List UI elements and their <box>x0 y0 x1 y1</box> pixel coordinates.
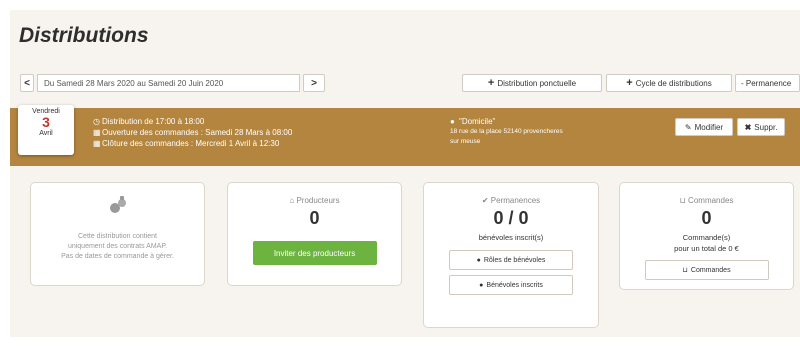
duties-count: 0 / 0 <box>493 208 529 228</box>
add-one-off-distribution-button[interactable]: + Distribution ponctuelle <box>462 74 602 92</box>
date-day: 3 <box>42 114 50 130</box>
orders-heading: ⊔ Commandes <box>679 196 734 205</box>
contracts-text-1: Cette distribution contient <box>78 233 157 240</box>
clock-icon: ◷ <box>93 117 100 126</box>
duties-subtitle: bénévoles inscrit(s) <box>478 233 544 242</box>
add-cycle-button[interactable]: + Cycle de distributions <box>606 74 732 92</box>
time-line: ◷ Distribution de 17:00 à 18:00 <box>93 117 205 126</box>
plus-icon: + <box>626 77 633 89</box>
basket-icon: ⊔ <box>679 196 689 205</box>
one-off-label: Distribution ponctuelle <box>497 78 577 88</box>
address-line-1: 18 rue de la place 52140 provencheres <box>450 128 563 135</box>
orders-card: ⊔ Commandes 0 Commande(s) pour un total … <box>619 182 794 290</box>
orders-button[interactable]: ⊔ Commandes <box>644 260 769 280</box>
orders-count: 0 <box>701 208 712 228</box>
calendar-icon: ▦ <box>93 128 101 137</box>
duty-label: - Permanence <box>741 78 792 88</box>
distribution-schedule: ◷ Distribution de 17:00 à 18:00 ▦Ouvertur… <box>93 116 292 149</box>
page-title: Distributions <box>19 24 149 47</box>
distribution-date-card: Vendredi 3 Avril <box>18 105 74 155</box>
duty-button[interactable]: - Permanence <box>735 74 800 92</box>
contracts-icon <box>31 195 204 220</box>
cycle-label: Cycle de distributions <box>635 78 712 88</box>
edit-icon: ✎ <box>684 122 692 132</box>
prev-period-button[interactable]: < <box>20 74 34 92</box>
plus-icon: + <box>487 77 495 89</box>
basket-icon: ⊔ <box>682 267 688 274</box>
check-icon: ✔ <box>481 196 491 205</box>
edit-distribution-button[interactable]: ✎ Modifier <box>675 118 733 136</box>
chevron-left-icon: < <box>24 77 30 89</box>
duties-heading: ✔ Permanences <box>481 196 541 205</box>
distribution-band: ◷ Distribution de 17:00 à 18:00 ▦Ouvertur… <box>10 108 800 166</box>
date-range-label: Du Samedi 28 Mars 2020 au Samedi 20 Juin… <box>37 74 300 92</box>
date-month: Avril <box>39 130 53 137</box>
next-period-button[interactable]: > <box>303 74 325 92</box>
producers-count: 0 <box>309 208 320 228</box>
contracts-text-3: Pas de dates de commande à gérer. <box>61 253 174 260</box>
opening-line: ▦Ouverture des commandes : Samedi 28 Mar… <box>93 128 293 137</box>
invite-producers-button[interactable]: Inviter des producteurs <box>252 241 377 265</box>
volunteer-roles-button[interactable]: ● Rôles de bénévoles <box>449 250 573 270</box>
closing-line: ▦Clôture des commandes : Mercredi 1 Avri… <box>93 139 280 148</box>
delete-label: Suppr. <box>754 122 778 132</box>
address-line-2: sur meuse <box>450 138 481 145</box>
place-name[interactable]: ● "Domicile" <box>450 116 563 127</box>
content-panel: Distributions < Du Samedi 28 Mars 2020 a… <box>10 10 800 337</box>
duties-card: ✔ Permanences 0 / 0 bénévoles inscrit(s)… <box>423 182 599 328</box>
contracts-text-2: uniquement des contrats AMAP. <box>67 243 168 250</box>
user-icon: ● <box>479 281 484 289</box>
producers-card: ⌂ Producteurs 0 Inviter des producteurs <box>227 182 402 286</box>
orders-subtitle-2: pour un total de 0 € <box>674 244 739 253</box>
delete-distribution-button[interactable]: ✖ Suppr. <box>737 118 785 136</box>
edit-label: Modifier <box>694 122 724 132</box>
contracts-card: Cette distribution contient uniquement d… <box>30 182 205 286</box>
chevron-right-icon: > <box>311 77 317 89</box>
close-icon: ✖ <box>744 122 752 132</box>
map-marker-icon: ● <box>450 117 455 126</box>
registered-volunteers-button[interactable]: ● Bénévoles inscrits <box>449 275 573 295</box>
producers-heading: ⌂ Producteurs <box>289 196 340 205</box>
distribution-place: ● "Domicile" 18 rue de la place 52140 pro… <box>450 116 563 147</box>
user-icon: ● <box>476 256 481 264</box>
calendar-icon: ▦ <box>93 139 101 148</box>
orders-subtitle-1: Commande(s) <box>682 233 731 242</box>
